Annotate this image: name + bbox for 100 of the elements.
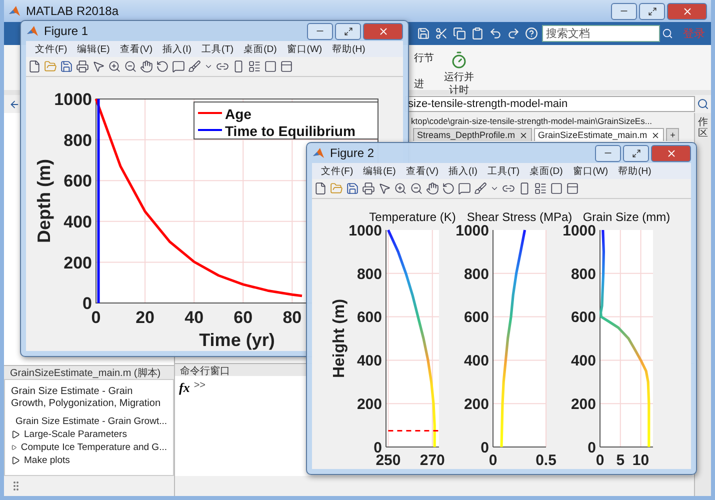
close-button[interactable] (667, 2, 707, 20)
menu-item[interactable]: 插入(I) (443, 164, 482, 178)
workspace-tab[interactable]: 作区 (698, 117, 708, 139)
run-section-label[interactable]: 行节 (414, 51, 434, 65)
caret-icon[interactable] (490, 184, 499, 193)
maximize-icon (632, 148, 640, 158)
legend-icon[interactable] (534, 182, 547, 195)
run-and-time-button[interactable]: 运行并计时 (442, 51, 476, 97)
tick-label: 600 (64, 172, 92, 191)
menu-item[interactable]: 窗口(W) (282, 42, 328, 56)
window-title: Figure 1 (44, 24, 88, 38)
menu-item[interactable]: 编辑(E) (72, 42, 115, 56)
brush-icon[interactable] (188, 60, 201, 73)
x-axis-label: Time (yr) (199, 330, 275, 350)
brush-icon[interactable] (474, 182, 487, 195)
back-icon (9, 98, 20, 110)
data-tip-icon[interactable] (458, 182, 471, 195)
menu-item[interactable]: 帮助(H) (327, 42, 370, 56)
hand-icon[interactable] (426, 182, 439, 195)
caret-icon[interactable] (204, 62, 213, 71)
zoom-in-icon[interactable] (394, 182, 407, 195)
pointer-icon[interactable] (378, 182, 391, 195)
minimize-button[interactable] (595, 144, 621, 162)
new-file-icon[interactable] (314, 182, 327, 195)
tick-label: 0 (82, 294, 92, 314)
legend-icon[interactable] (248, 60, 261, 73)
minimize-button[interactable] (611, 2, 637, 20)
menu-item[interactable]: 编辑(E) (358, 164, 401, 178)
section-item[interactable]: Large-Scale Parameters (11, 429, 167, 440)
details-header: GrainSizeEstimate_main.m (脚本) (4, 365, 174, 379)
tick-label: 600 (356, 309, 382, 326)
rotate-icon[interactable] (156, 60, 169, 73)
menu-item[interactable]: 工具(T) (196, 42, 239, 56)
colorbar-icon[interactable] (518, 182, 531, 195)
section-item[interactable]: Make plots (11, 455, 167, 466)
editor-tab[interactable]: GrainSizeEstimate_main.m (534, 128, 664, 141)
maximize-button[interactable] (623, 144, 649, 162)
app-logo-icon (26, 24, 39, 38)
tick-label: 80 (282, 308, 302, 327)
search-icon[interactable] (662, 28, 673, 39)
menu-item[interactable]: 插入(I) (157, 42, 196, 56)
tick-label: 5 (616, 452, 625, 469)
menu-item[interactable]: 文件(F) (30, 42, 72, 56)
menu-item[interactable]: 桌面(D) (524, 164, 568, 178)
tick-label: 200 (356, 396, 382, 413)
advance-label[interactable]: 进 (414, 77, 434, 91)
maximize-button[interactable] (639, 2, 665, 20)
close-icon[interactable] (519, 130, 528, 140)
search-button[interactable] (695, 98, 711, 110)
tick-label: 1000 (562, 222, 596, 240)
window-title: MATLAB R2018a (26, 4, 118, 18)
close-button[interactable] (651, 144, 691, 162)
print-icon[interactable] (76, 60, 89, 73)
tick-label: 1000 (456, 222, 489, 240)
tick-label: 10 (632, 452, 650, 469)
undo-icon[interactable] (489, 27, 502, 40)
menu-item[interactable]: 帮助(H) (613, 164, 656, 178)
menu-item[interactable]: 工具(T) (482, 164, 525, 178)
print-icon[interactable] (362, 182, 375, 195)
section-item[interactable]: Compute Ice Temperature and G... (11, 442, 167, 453)
save-icon[interactable] (60, 60, 73, 73)
tick-label: 600 (570, 309, 596, 326)
minimize-button[interactable] (307, 22, 333, 40)
zoom-out-icon[interactable] (124, 60, 137, 73)
square-icon[interactable] (264, 60, 277, 73)
window-icon[interactable] (280, 60, 293, 73)
tick-label: 200 (64, 253, 92, 272)
square-icon[interactable] (550, 182, 563, 195)
menu-item[interactable]: 文件(F) (316, 164, 358, 178)
maximize-button[interactable] (335, 22, 361, 40)
pointer-icon[interactable] (92, 60, 105, 73)
editor-tab[interactable]: Streams_DepthProfile.m (413, 128, 532, 141)
close-icon[interactable] (651, 130, 660, 140)
save-icon[interactable] (346, 182, 359, 195)
redo-icon[interactable] (507, 27, 520, 40)
tick-label: 200 (464, 396, 489, 413)
menu-item[interactable]: 查看(V) (400, 164, 444, 178)
new-tab-button[interactable]: + (666, 128, 680, 141)
copy-icon[interactable] (453, 27, 466, 40)
menu-item[interactable]: 窗口(W) (568, 164, 614, 178)
menu-item[interactable]: 桌面(D) (238, 42, 282, 56)
data-tip-icon[interactable] (172, 60, 185, 73)
command-prompt: >> (194, 380, 206, 393)
window-icon[interactable] (566, 182, 579, 195)
close-icon (682, 6, 692, 16)
cut-icon[interactable] (435, 27, 448, 40)
hand-icon[interactable] (140, 60, 153, 73)
colorbar-icon[interactable] (232, 60, 245, 73)
search-field[interactable]: 搜索文档 (542, 25, 660, 42)
close-button[interactable] (363, 22, 403, 40)
fx-label: fx (179, 380, 190, 397)
new-file-icon[interactable] (28, 60, 41, 73)
zoom-out-icon[interactable] (410, 182, 423, 195)
rotate-icon[interactable] (442, 182, 455, 195)
paste-icon[interactable] (471, 27, 484, 40)
menu-item[interactable]: 查看(V) (114, 42, 158, 56)
help-icon[interactable] (525, 27, 538, 40)
section-item[interactable]: Grain Size Estimate - Grain Growt... (11, 416, 167, 427)
zoom-in-icon[interactable] (108, 60, 121, 73)
maximize-icon (344, 26, 352, 36)
